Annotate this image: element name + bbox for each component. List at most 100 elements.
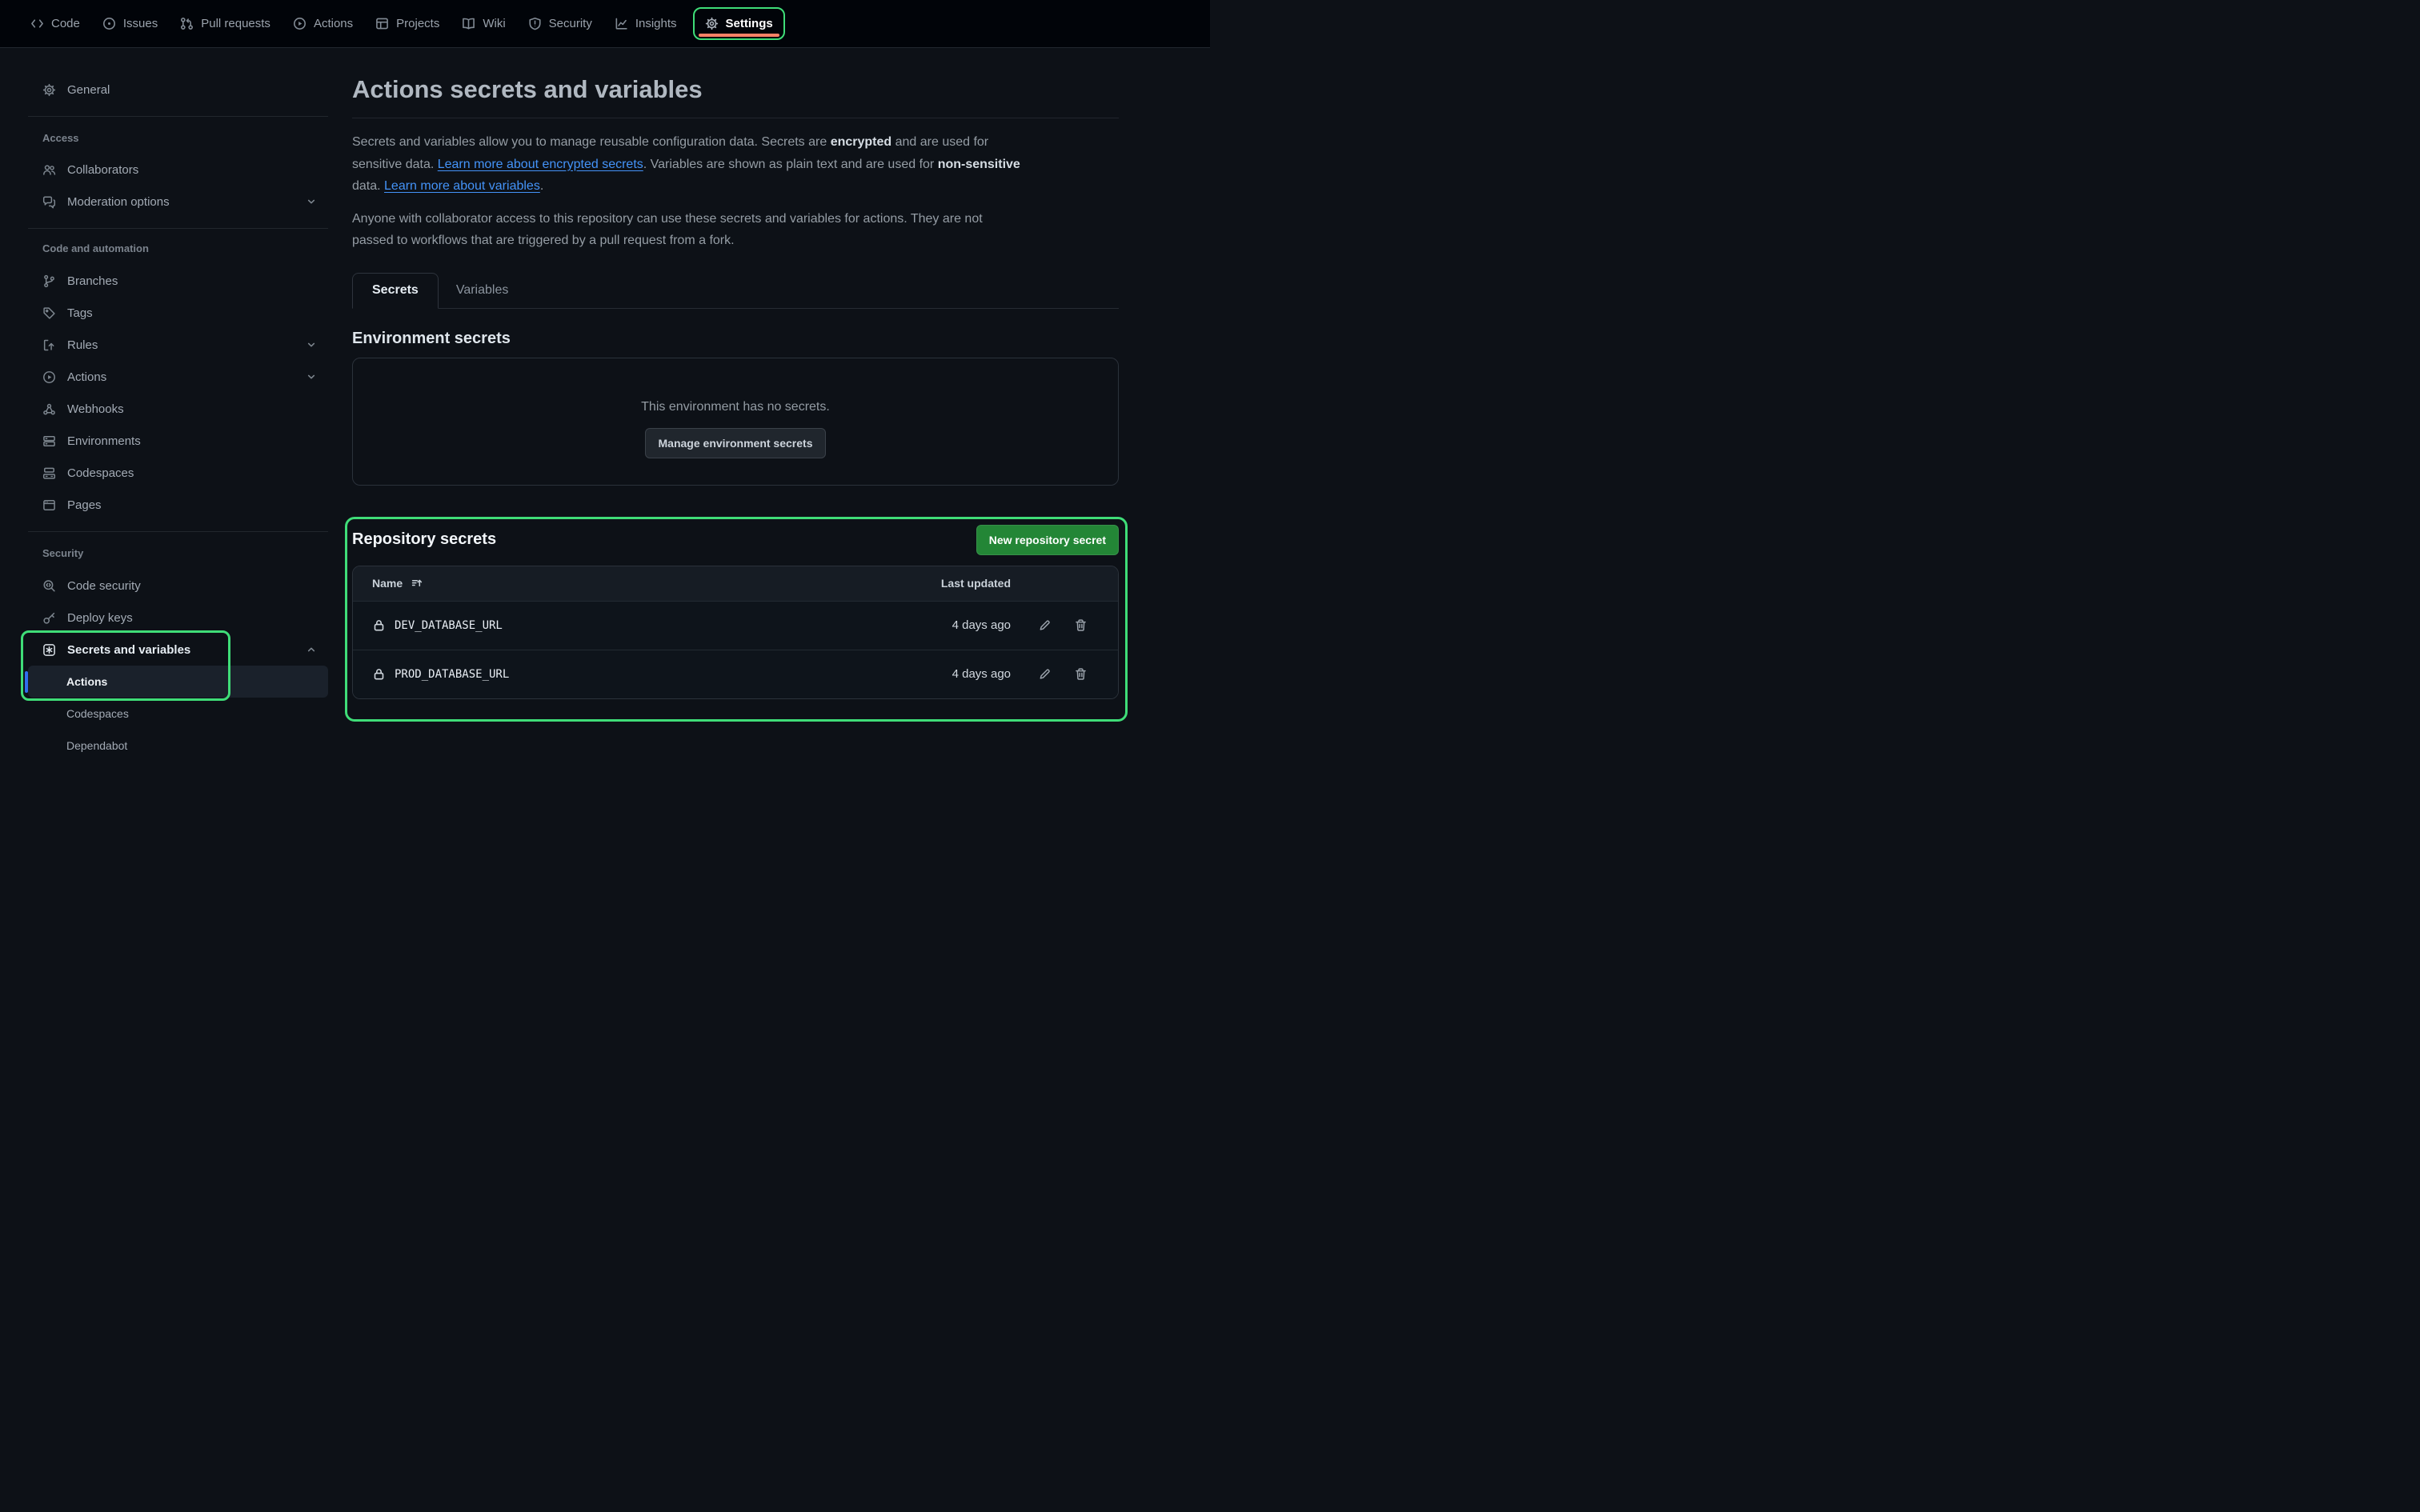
intro-text: . Variables are shown as plain text and …: [643, 158, 938, 171]
sidebar-item-label: Deploy keys: [67, 611, 133, 625]
intro-paragraph: Secrets and variables allow you to manag…: [352, 131, 1119, 198]
git-pull-request-icon: [180, 17, 194, 30]
tab-label: Pull requests: [201, 17, 270, 30]
tab-wiki[interactable]: Wiki: [451, 0, 516, 48]
sort-ascending-icon: [411, 577, 423, 590]
environment-secrets-box: This environment has no secrets. Manage …: [352, 358, 1119, 486]
sidebar-item-webhooks[interactable]: Webhooks: [28, 393, 328, 425]
intro-bold-encrypted: encrypted: [831, 135, 891, 149]
comment-discussion-icon: [42, 195, 56, 209]
chevron-down-icon: [306, 339, 317, 350]
tab-label: Wiki: [483, 17, 505, 30]
tab-secrets[interactable]: Secrets: [352, 273, 439, 309]
sidebar-item-general[interactable]: General: [28, 74, 328, 106]
row-actions-cell: [1011, 667, 1118, 681]
play-icon: [293, 17, 307, 30]
sidebar-item-label: Branches: [67, 274, 118, 288]
intro-text: sensitive data.: [352, 158, 438, 171]
sidebar-item-rules[interactable]: Rules: [28, 329, 328, 361]
sidebar-subitem-actions[interactable]: Actions: [28, 666, 328, 698]
table-row: PROD_DATABASE_URL 4 days ago: [353, 650, 1118, 698]
tab-actions[interactable]: Actions: [282, 0, 364, 48]
issue-opened-icon: [102, 17, 116, 30]
table-header-row: Name Last updated: [353, 566, 1118, 601]
repository-secrets-table: Name Last updated DEV_DATABASE_URL 4 day…: [352, 566, 1119, 699]
sidebar-item-code-security[interactable]: Code security: [28, 570, 328, 602]
secret-name: PROD_DATABASE_URL: [395, 668, 509, 681]
environment-secrets-heading: Environment secrets: [352, 330, 1119, 348]
code-scan-icon: [42, 579, 56, 593]
tab-variables[interactable]: Variables: [439, 273, 527, 308]
tab-label: Settings: [726, 17, 773, 30]
sidebar-item-label: Pages: [67, 498, 102, 512]
name-column-header[interactable]: Name: [353, 577, 851, 590]
sidebar-item-collaborators[interactable]: Collaborators: [28, 154, 328, 186]
tab-code[interactable]: Code: [19, 0, 91, 48]
sidebar-item-environments[interactable]: Environments: [28, 425, 328, 457]
intro-text: .: [540, 179, 543, 193]
last-updated-cell: 4 days ago: [851, 618, 1011, 632]
code-icon: [30, 17, 44, 30]
tab-insights[interactable]: Insights: [603, 0, 688, 48]
tab-issues[interactable]: Issues: [91, 0, 169, 48]
settings-sidebar: General Access Collaborators Moderation …: [28, 48, 328, 762]
page-title: Actions secrets and variables: [352, 74, 1119, 118]
tab-label: Insights: [635, 17, 677, 30]
sidebar-item-branches[interactable]: Branches: [28, 265, 328, 297]
sidebar-item-pages[interactable]: Pages: [28, 489, 328, 521]
sidebar-item-label: Environments: [67, 434, 141, 448]
sidebar-item-tags[interactable]: Tags: [28, 297, 328, 329]
sidebar-subitem-dependabot[interactable]: Dependabot: [28, 730, 328, 762]
repository-secrets-section: Repository secrets New repository secret…: [352, 525, 1119, 699]
settings-content: Actions secrets and variables Secrets an…: [352, 48, 1119, 699]
link-encrypted-secrets[interactable]: Learn more about encrypted secrets: [438, 158, 643, 171]
sidebar-item-codespaces[interactable]: Codespaces: [28, 457, 328, 489]
codespaces-icon: [42, 466, 56, 480]
name-header-label: Name: [372, 577, 403, 590]
tab-label: Actions: [314, 17, 353, 30]
tab-projects[interactable]: Projects: [364, 0, 451, 48]
tab-label: Issues: [123, 17, 158, 30]
rules-icon: [42, 338, 56, 352]
new-repository-secret-button[interactable]: New repository secret: [976, 525, 1119, 555]
sidebar-subitem-codespaces[interactable]: Codespaces: [28, 698, 328, 730]
secret-name-cell: DEV_DATABASE_URL: [353, 618, 851, 632]
sidebar-section-code-automation: Code and automation: [28, 238, 328, 258]
shield-icon: [528, 17, 542, 30]
server-icon: [42, 434, 56, 448]
tab-security[interactable]: Security: [517, 0, 603, 48]
sidebar-item-moderation-options[interactable]: Moderation options: [28, 186, 328, 218]
people-icon: [42, 163, 56, 177]
intro-text: and are used for: [891, 135, 988, 149]
sidebar-item-label: Rules: [67, 338, 98, 352]
table-row: DEV_DATABASE_URL 4 days ago: [353, 601, 1118, 650]
gear-icon: [705, 17, 719, 30]
sidebar-section-access: Access: [28, 128, 328, 147]
sidebar-subitem-label: Codespaces: [66, 707, 129, 720]
row-actions-cell: [1011, 618, 1118, 632]
manage-environment-secrets-button[interactable]: Manage environment secrets: [645, 428, 827, 458]
lock-icon: [372, 618, 386, 632]
tab-label: Security: [549, 17, 592, 30]
last-updated-column-header: Last updated: [851, 577, 1011, 590]
lock-icon: [372, 667, 386, 681]
repository-secrets-heading: Repository secrets: [352, 530, 496, 549]
paragraph-text: Anyone with collaborator access to this …: [352, 212, 983, 226]
link-variables[interactable]: Learn more about variables: [384, 179, 540, 193]
sidebar-item-actions[interactable]: Actions: [28, 361, 328, 393]
environment-empty-text: This environment has no secrets.: [641, 400, 830, 414]
pencil-icon[interactable]: [1038, 618, 1052, 632]
pencil-icon[interactable]: [1038, 667, 1052, 681]
trash-icon[interactable]: [1074, 618, 1088, 632]
book-icon: [462, 17, 475, 30]
repo-nav-bar: Code Issues Pull requests Actions Projec…: [0, 0, 1210, 48]
sidebar-section-security: Security: [28, 543, 328, 562]
sidebar-item-deploy-keys[interactable]: Deploy keys: [28, 602, 328, 634]
tab-settings[interactable]: Settings: [693, 7, 785, 40]
webhook-icon: [42, 402, 56, 416]
sidebar-item-label: Tags: [67, 306, 93, 320]
sidebar-item-label: Secrets and variables: [67, 643, 190, 657]
trash-icon[interactable]: [1074, 667, 1088, 681]
tab-pull-requests[interactable]: Pull requests: [169, 0, 282, 48]
sidebar-item-secrets-and-variables[interactable]: Secrets and variables: [28, 634, 328, 666]
